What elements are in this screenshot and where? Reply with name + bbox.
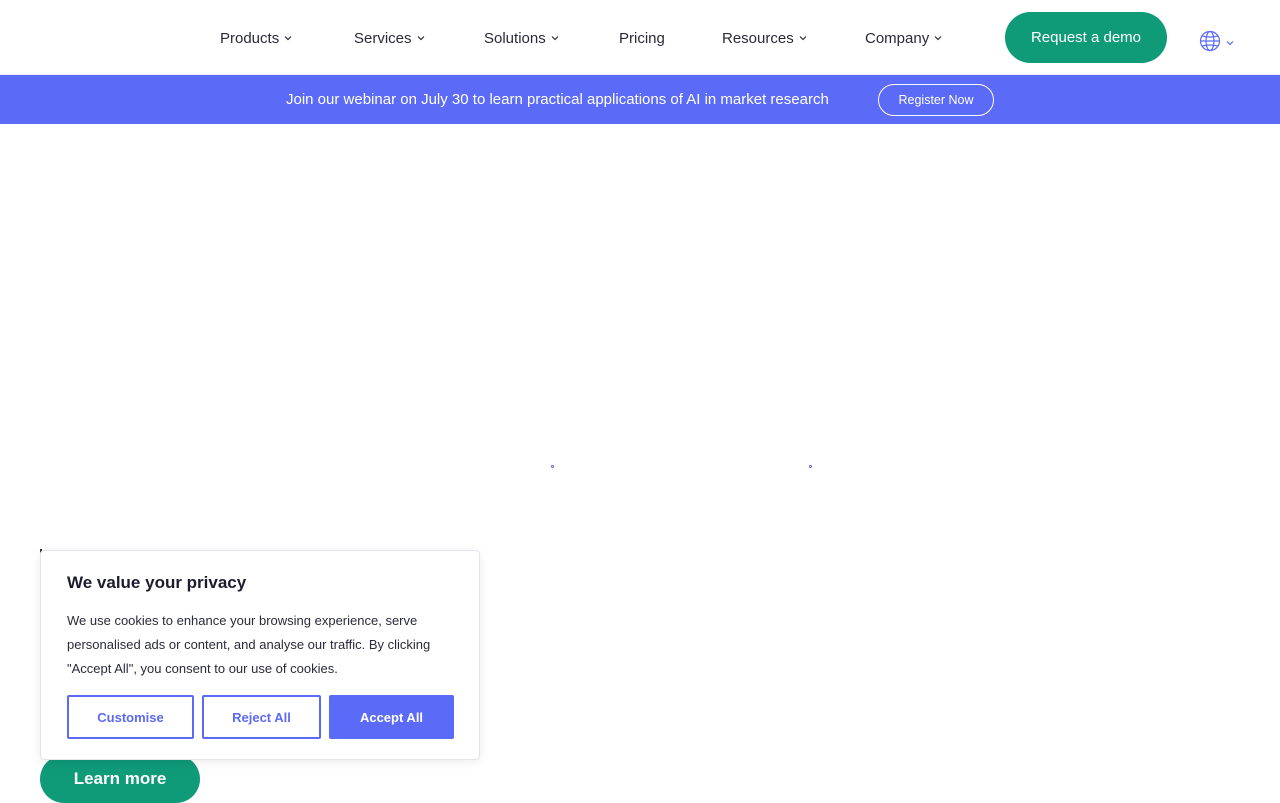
cookie-description: We use cookies to enhance your browsing …: [67, 613, 431, 676]
request-demo-button[interactable]: Request a demo: [1005, 12, 1167, 63]
chevron-down-icon: [933, 33, 943, 43]
nav-item-label: Services: [354, 29, 412, 47]
banner-text: Join our webinar on July 30 to learn pra…: [286, 91, 829, 108]
nav-item-services[interactable]: Services: [354, 27, 426, 49]
chevron-down-icon: [1225, 38, 1235, 48]
cookie-consent-dialog: We value your privacy We use cookies to …: [40, 550, 480, 760]
chevron-down-icon: [416, 33, 426, 43]
nav-item-products[interactable]: Products: [220, 27, 293, 49]
nav-item-label: Solutions: [484, 29, 546, 47]
register-now-button[interactable]: Register Now: [878, 84, 994, 116]
customise-button[interactable]: Customise: [67, 695, 194, 739]
nav-item-company[interactable]: Company: [865, 27, 943, 49]
learn-more-button[interactable]: Learn more: [40, 755, 200, 803]
nav-item-label: Company: [865, 29, 930, 47]
reject-all-button[interactable]: Reject All: [202, 695, 321, 739]
nav-item-label: Resources: [722, 29, 794, 47]
carousel-dot[interactable]: [551, 465, 554, 468]
cookie-title: We value your privacy: [67, 573, 247, 592]
nav-item-label: Products: [220, 29, 280, 47]
chevron-down-icon: [550, 33, 560, 43]
nav-item-solutions[interactable]: Solutions: [484, 27, 560, 49]
nav-item-resources[interactable]: Resources: [722, 27, 808, 49]
nav-item-pricing[interactable]: Pricing: [619, 27, 665, 49]
carousel-dot[interactable]: [809, 465, 812, 468]
language-selector[interactable]: [1199, 30, 1235, 57]
accept-all-button[interactable]: Accept All: [329, 695, 454, 739]
globe-icon: [1199, 30, 1221, 57]
top-navigation: Products Services Solutions Pricing Reso…: [0, 0, 1280, 75]
nav-item-label: Pricing: [619, 29, 665, 47]
chevron-down-icon: [798, 33, 808, 43]
webinar-banner: Join our webinar on July 30 to learn pra…: [0, 75, 1280, 124]
chevron-down-icon: [283, 33, 293, 43]
